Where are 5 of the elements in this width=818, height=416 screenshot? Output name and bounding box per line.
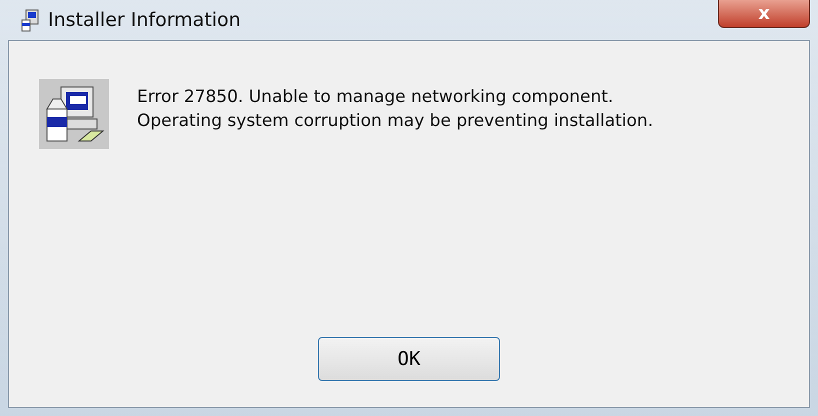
window-title: Installer Information xyxy=(48,9,242,31)
computer-setup-icon xyxy=(39,79,109,149)
error-message: Error 27850. Unable to manage networking component. xyxy=(137,86,614,109)
ok-button[interactable]: OK xyxy=(318,337,500,381)
error-message: Operating system corruption may be preventing installation. xyxy=(137,110,654,133)
